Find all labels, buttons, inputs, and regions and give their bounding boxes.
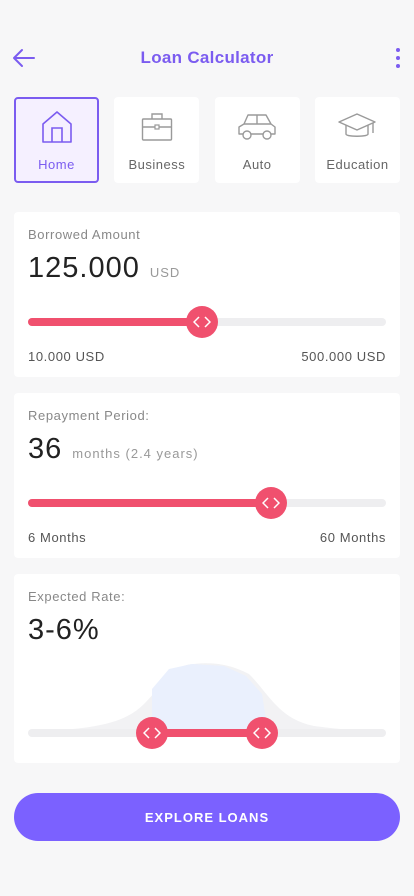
min-label: 6 Months (28, 530, 87, 545)
repayment-period-slider[interactable] (28, 487, 386, 519)
borrowed-amount-slider[interactable] (28, 306, 386, 338)
repayment-period-value: 36 months (2.4 years) (28, 433, 199, 465)
borrowed-amount-value: 125.000 USD (28, 252, 181, 284)
category-label: Home (38, 157, 75, 172)
repayment-period-card: Repayment Period: 36 months (2.4 years) 6… (14, 393, 400, 558)
expected-rate-label: Expected Rate: (28, 589, 126, 604)
slider-thumb-low[interactable] (136, 717, 168, 749)
more-vertical-icon (396, 48, 400, 52)
slider-thumb[interactable] (186, 306, 218, 338)
rate-distribution-graphic (28, 663, 386, 732)
expected-rate-value: 3-6% (28, 614, 100, 646)
loan-type-selector: Home Business Auto Education (14, 97, 400, 183)
more-options-button[interactable] (390, 44, 406, 72)
category-auto[interactable]: Auto (214, 97, 300, 183)
category-home[interactable]: Home (14, 97, 99, 183)
chevron-left-right-icon (253, 727, 271, 739)
borrowed-amount-card: Borrowed Amount 125.000 USD 10.000 USD 50… (14, 212, 400, 377)
expected-rate-card: Expected Rate: 3-6% (14, 574, 400, 763)
briefcase-icon (141, 109, 173, 145)
app-header: Loan Calculator (0, 36, 414, 80)
max-label: 60 Months (319, 530, 386, 545)
category-business[interactable]: Business (114, 97, 200, 183)
slider-fill (28, 318, 202, 326)
slider-thumb[interactable] (255, 487, 287, 519)
chevron-left-right-icon (193, 316, 211, 328)
chevron-left-right-icon (143, 727, 161, 739)
category-label: Auto (242, 157, 272, 172)
borrowed-amount-label: Borrowed Amount (28, 227, 141, 242)
min-label: 10.000 USD (28, 349, 105, 364)
slider-thumb-high[interactable] (246, 717, 278, 749)
graduation-cap-icon (337, 109, 377, 145)
repayment-period-label: Repayment Period: (28, 408, 150, 423)
expected-rate-range-slider[interactable] (28, 717, 386, 749)
home-icon (41, 109, 73, 145)
explore-loans-button[interactable]: EXPLORE LOANS (14, 793, 400, 841)
page-title: Loan Calculator (140, 48, 274, 67)
category-label: Business (128, 157, 186, 172)
chevron-left-right-icon (262, 497, 280, 509)
slider-fill (28, 499, 271, 507)
car-icon (236, 109, 278, 145)
max-label: 500.000 USD (301, 349, 386, 364)
category-education[interactable]: Education (314, 97, 400, 183)
category-label: Education (326, 157, 389, 172)
